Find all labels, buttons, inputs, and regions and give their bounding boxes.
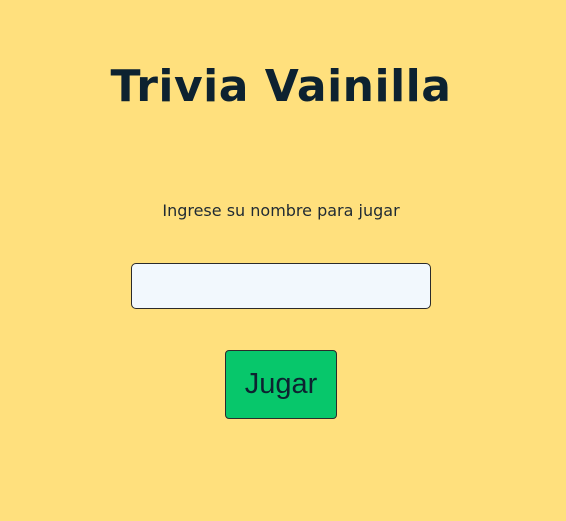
page-title: Trivia Vainilla bbox=[110, 61, 452, 112]
trivia-start-screen: Trivia Vainilla Ingrese su nombre para j… bbox=[0, 0, 566, 521]
player-name-input[interactable] bbox=[131, 263, 431, 309]
play-button[interactable]: Jugar bbox=[225, 350, 337, 419]
name-prompt-label: Ingrese su nombre para jugar bbox=[162, 201, 400, 220]
